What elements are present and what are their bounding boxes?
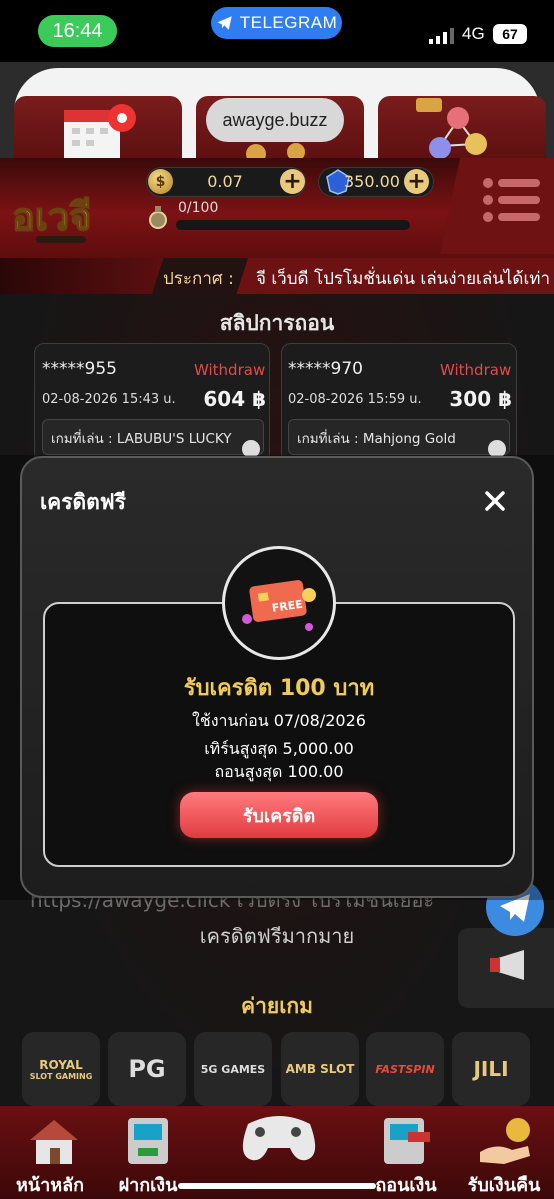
reward-max-withdraw: ถอนสูงสุด 100.00	[214, 762, 344, 781]
provider-royal[interactable]: ROYAL SLOT GAMING	[22, 1032, 100, 1106]
gem-balance: 350.00	[344, 172, 400, 191]
provider-royal-sub: SLOT GAMING	[29, 1071, 93, 1081]
cashback-icon	[480, 1118, 530, 1164]
promo-calendar-banner[interactable]	[14, 96, 182, 166]
hamburger-icon	[440, 158, 554, 254]
menu-button[interactable]	[440, 158, 554, 254]
coin-icon: $	[148, 169, 173, 194]
status-time: 16:44	[38, 15, 117, 47]
nav-deposit-tab[interactable]	[116, 1112, 180, 1168]
provider-fastspin[interactable]: FASTSPIN	[366, 1032, 444, 1106]
withdraw-user: *****970	[288, 359, 363, 379]
home-indicator	[178, 1183, 376, 1189]
announcement-label: ประกาศ :	[163, 269, 234, 289]
withdraw-slips-title: สลิปการถอน	[219, 311, 335, 335]
provider-jili[interactable]: JILI	[452, 1032, 530, 1106]
reward-expiry: ใช้งานก่อน 07/08/2026	[192, 711, 366, 730]
withdraw-game: เกมที่เล่น : LABUBU'S LUCKY	[42, 419, 264, 455]
nav-cashback-label: รับเงินคืน	[467, 1175, 541, 1196]
telegram-return-pill[interactable]: TELEGRAM	[211, 7, 342, 39]
home-icon	[30, 1120, 78, 1164]
signal-icon	[429, 28, 454, 44]
free-credit-badge: FREE	[222, 546, 336, 660]
battery-icon: 67	[493, 24, 527, 44]
nav-games-tab[interactable]	[234, 1100, 324, 1170]
withdraw-user: *****955	[42, 359, 117, 379]
nav-home-label: หน้าหลัก	[15, 1175, 85, 1196]
withdraw-tag: Withdraw	[440, 361, 512, 379]
svg-text:อเวจี: อเวจี	[12, 194, 91, 239]
withdraw-amount: 604 ฿	[203, 387, 266, 411]
network-type: 4G	[462, 24, 485, 43]
withdraw-amount: 300 ฿	[449, 387, 512, 411]
atm-icon	[128, 1118, 168, 1164]
claim-credit-button[interactable]: รับเครดิต	[180, 792, 378, 838]
nav-cashback-tab[interactable]	[474, 1112, 538, 1168]
promo-referral-banner[interactable]	[378, 96, 546, 166]
level-progress-bar	[176, 220, 410, 230]
provider-pg[interactable]: PG	[108, 1032, 186, 1106]
providers-title: ค่ายเกม	[241, 994, 313, 1018]
modal-title: เครดิตฟรี	[40, 490, 126, 514]
level-medal-icon	[149, 206, 167, 229]
close-icon[interactable]	[478, 484, 512, 518]
nav-home-tab[interactable]	[22, 1112, 86, 1168]
gamepad-icon	[242, 1116, 316, 1161]
telegram-icon	[217, 16, 232, 30]
coin-balance: 0.07	[207, 172, 243, 191]
withdraw-date: 02-08-2026 15:59 u.	[288, 392, 422, 407]
calendar-icon	[64, 104, 136, 162]
withdraw-game: เกมที่เล่น : Mahjong Gold	[288, 419, 510, 455]
deposit-plus-button[interactable]: +	[280, 169, 305, 194]
reward-title: รับเครดิต 100 บาท	[183, 676, 375, 701]
referral-network-icon	[416, 98, 487, 159]
provider-royal-label: ROYAL	[39, 1057, 83, 1072]
nav-withdraw-label: ถอนเงิน	[375, 1175, 437, 1196]
announcement-text: จี เว็บดี โปรโมชั่นเด่น เล่นง่ายเล่นได้เ…	[256, 269, 551, 289]
gem-plus-button[interactable]: +	[404, 169, 429, 194]
telegram-label: TELEGRAM	[239, 13, 338, 32]
reward-max-turnover: เทิร์นสูงสุด 5,000.00	[204, 739, 354, 758]
level-progress-text: 0/100	[178, 200, 219, 216]
withdraw-tag: Withdraw	[194, 361, 266, 379]
free-card-icon: FREE	[242, 580, 316, 631]
provider-amb[interactable]: AMB SLOT	[281, 1032, 359, 1106]
provider-5g[interactable]: 5G GAMES	[194, 1032, 272, 1106]
withdraw-date: 02-08-2026 15:43 u.	[42, 392, 176, 407]
nav-withdraw-tab[interactable]	[372, 1112, 436, 1168]
browser-url-pill[interactable]: awayge.buzz	[206, 98, 344, 142]
atm-withdraw-icon	[384, 1118, 430, 1164]
site-logo[interactable]: อเวจี	[8, 186, 120, 250]
